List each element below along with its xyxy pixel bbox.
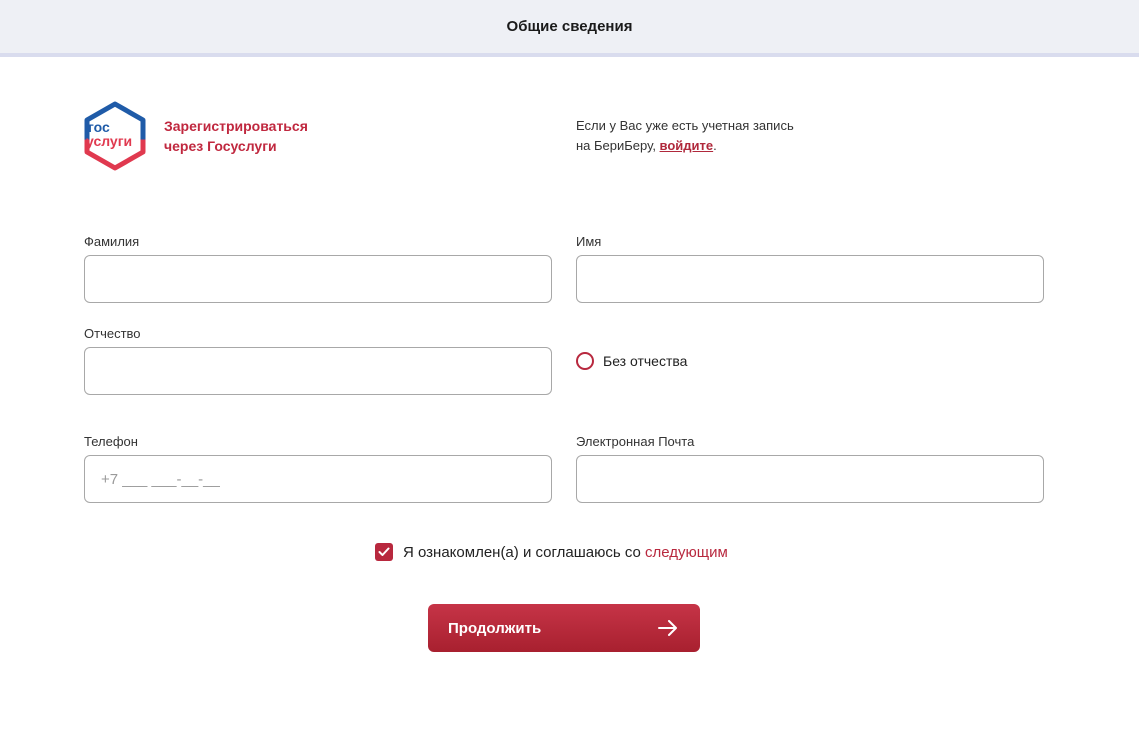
agreement-row: Я ознакомлен(а) и соглашаюсь со следующи…	[375, 543, 728, 561]
agreement-text: Я ознакомлен(а) и соглашаюсь со следующи…	[403, 544, 728, 561]
gosuslugi-register-text[interactable]: Зарегистрироваться через Госуслуги	[164, 116, 308, 156]
gosuslugi-register-line1: Зарегистрироваться	[164, 118, 308, 134]
phone-label: Телефон	[84, 434, 138, 449]
gosuslugi-register-line2: через Госуслуги	[164, 138, 277, 154]
phone-input[interactable]	[84, 455, 552, 503]
first-name-label: Имя	[576, 234, 602, 249]
svg-text:услуги: услуги	[86, 133, 132, 149]
email-label: Электронная Почта	[576, 434, 695, 449]
login-hint: Если у Вас уже есть учетная запись на Бе…	[576, 116, 806, 156]
page-header: Общие сведения	[0, 0, 1139, 57]
last-name-field: Фамилия	[84, 232, 552, 303]
first-name-field: Имя	[576, 232, 1044, 303]
email-field: Электронная Почта	[576, 432, 1044, 503]
continue-button-label: Продолжить	[448, 619, 542, 637]
last-name-input[interactable]	[84, 255, 552, 303]
middle-name-field: Отчество	[84, 324, 552, 395]
login-hint-end: .	[713, 138, 717, 153]
agreement-label: Я ознакомлен(а) и соглашаюсь со	[403, 543, 646, 561]
email-input[interactable]	[576, 455, 1044, 503]
gosuslugi-logo: гос услуги	[84, 101, 146, 171]
page-title: Общие сведения	[506, 18, 633, 35]
no-middle-name-radio[interactable]	[576, 352, 594, 370]
gosuslugi-register-link[interactable]: гос услуги Зарегистрироваться через Госу…	[82, 100, 308, 172]
no-middle-name-option[interactable]: Без отчества	[576, 352, 687, 370]
first-name-input[interactable]	[576, 255, 1044, 303]
agreement-link[interactable]: следующим	[645, 544, 728, 561]
arrow-right-icon	[658, 620, 677, 636]
checkmark-icon	[378, 547, 390, 556]
continue-button[interactable]: Продолжить	[428, 604, 700, 652]
last-name-label: Фамилия	[84, 234, 140, 249]
phone-field: Телефон	[84, 432, 552, 503]
no-middle-name-label: Без отчества	[603, 353, 688, 369]
login-link[interactable]: войдите	[660, 138, 714, 153]
middle-name-input[interactable]	[84, 347, 552, 395]
agreement-checkbox[interactable]	[375, 543, 393, 561]
middle-name-label: Отчество	[84, 326, 141, 341]
